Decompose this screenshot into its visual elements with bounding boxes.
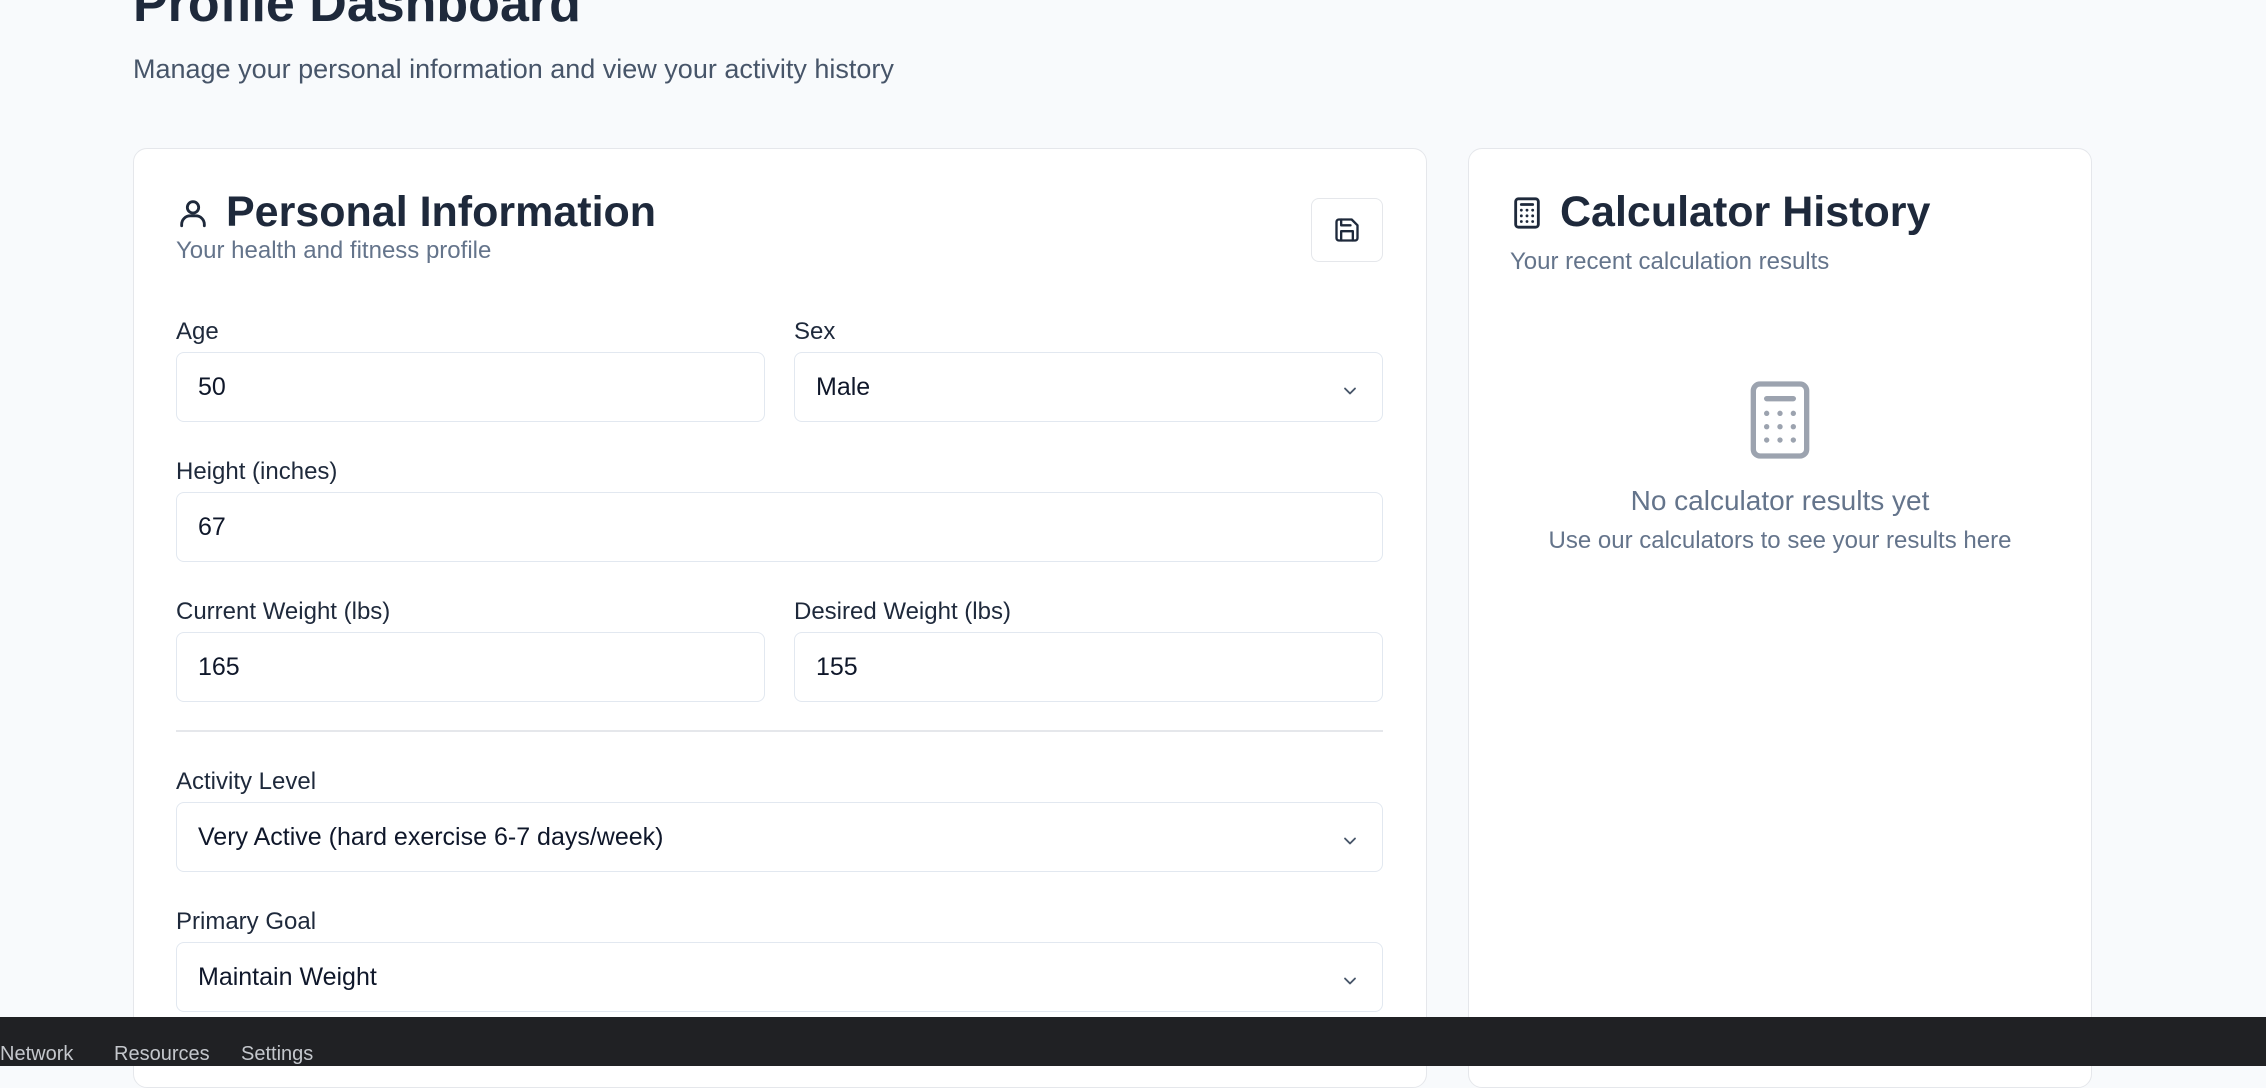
height-input[interactable]: 67 (176, 492, 1383, 562)
primary-goal-value: Maintain Weight (198, 962, 377, 991)
page-subtitle: Manage your personal information and vie… (133, 54, 894, 84)
sex-label: Sex (794, 318, 836, 345)
devtools-tab-settings[interactable]: Settings (241, 1043, 313, 1066)
chevron-down-icon (1340, 969, 1360, 998)
page-title: Profile Dashboard (133, 0, 581, 33)
chevron-down-icon (1340, 829, 1360, 858)
calculator-empty-icon (1748, 380, 1812, 465)
current-weight-label: Current Weight (lbs) (176, 598, 391, 625)
calculator-history-title: Calculator History (1560, 188, 1931, 236)
primary-goal-select[interactable]: Maintain Weight (176, 942, 1383, 1012)
section-divider (176, 730, 1383, 732)
activity-level-select[interactable]: Very Active (hard exercise 6-7 days/week… (176, 802, 1383, 872)
height-value: 67 (198, 512, 226, 541)
chevron-down-icon (1340, 379, 1360, 408)
current-weight-value: 165 (198, 652, 240, 681)
save-button[interactable] (1311, 198, 1383, 262)
desired-weight-label: Desired Weight (lbs) (794, 598, 1011, 625)
save-icon (1333, 216, 1361, 244)
personal-information-description: Your health and fitness profile (176, 237, 492, 264)
calculator-icon (1510, 195, 1544, 231)
primary-goal-label: Primary Goal (176, 908, 317, 935)
age-label: Age (176, 318, 219, 345)
empty-state-title: No calculator results yet (1630, 485, 1930, 516)
devtools-bottom-bar: Network Resources Settings (0, 1017, 2266, 1066)
personal-information-title: Personal Information (226, 188, 657, 236)
desired-weight-input[interactable]: 155 (794, 632, 1383, 702)
devtools-tab-resources[interactable]: Resources (114, 1043, 210, 1066)
age-value: 50 (198, 372, 226, 401)
empty-state-description: Use our calculators to see your results … (1548, 527, 2012, 554)
activity-level-label: Activity Level (176, 768, 317, 795)
calculator-history-description: Your recent calculation results (1510, 248, 1830, 275)
sex-value: Male (816, 372, 871, 401)
sex-select[interactable]: Male (794, 352, 1383, 422)
devtools-tab-network[interactable]: Network (0, 1043, 73, 1066)
activity-level-value: Very Active (hard exercise 6-7 days/week… (198, 822, 664, 851)
desired-weight-value: 155 (816, 652, 858, 681)
calculator-history-card (1468, 148, 2092, 1088)
current-weight-input[interactable]: 165 (176, 632, 765, 702)
age-input[interactable]: 50 (176, 352, 765, 422)
height-label: Height (inches) (176, 458, 338, 485)
user-icon (176, 196, 210, 230)
